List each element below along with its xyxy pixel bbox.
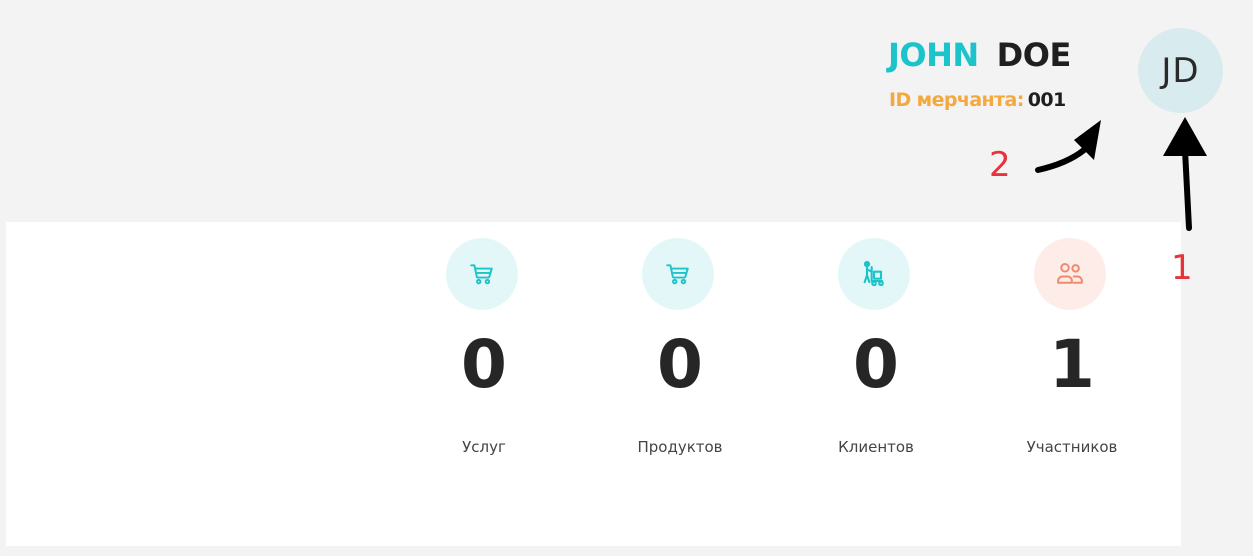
annotation-label-1: 1 <box>1171 248 1193 288</box>
annotation-arrows <box>1035 117 1207 231</box>
annotation-arrow-2 <box>1035 147 1087 173</box>
annotation-arrow-1 <box>1182 147 1192 231</box>
annotation-arrowhead-1 <box>1163 117 1207 156</box>
annotation-label-2: 2 <box>989 145 1011 185</box>
